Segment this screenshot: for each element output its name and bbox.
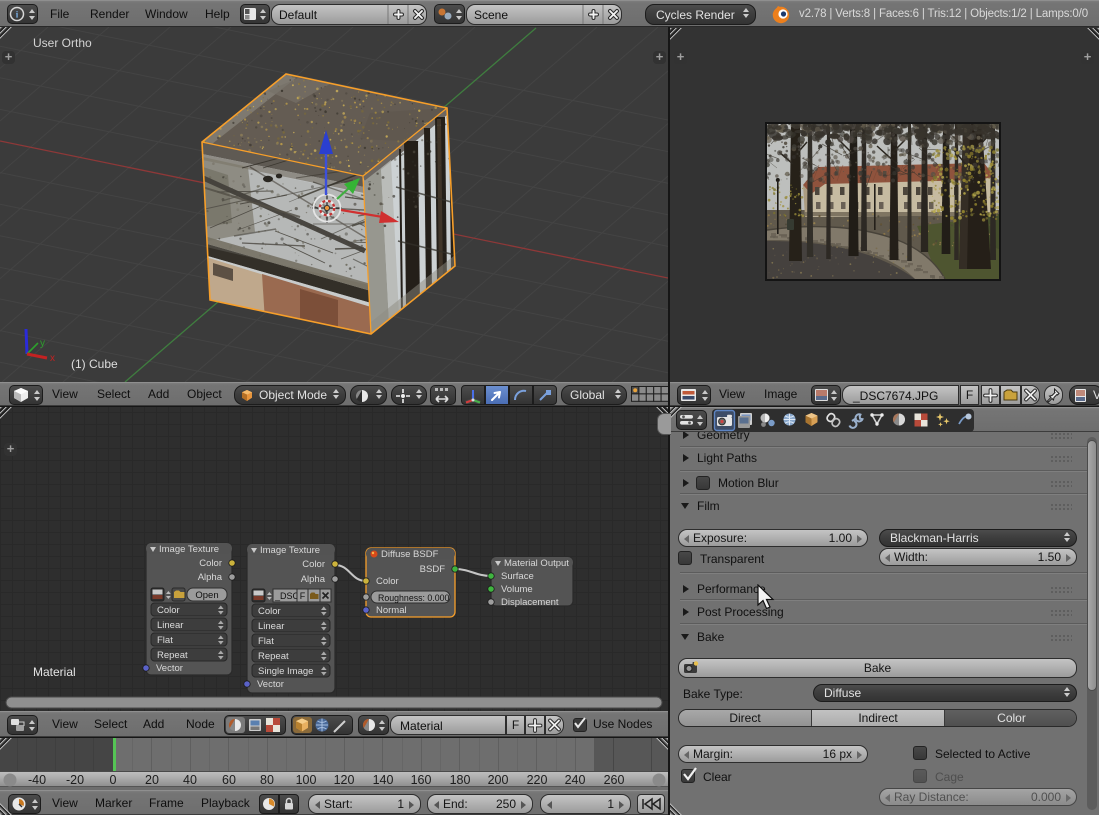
svg-text:BSDF: BSDF (420, 564, 446, 575)
svg-text:Open: Open (195, 590, 218, 601)
svg-text:40: 40 (183, 773, 197, 787)
svg-text:Vector: Vector (257, 679, 284, 690)
svg-text:i: i (16, 10, 19, 20)
svg-text:Roughness: 0.000: Roughness: 0.000 (378, 593, 450, 603)
svg-text:Repeat: Repeat (258, 651, 289, 662)
svg-text:160: 160 (411, 773, 432, 787)
svg-text:20: 20 (145, 773, 159, 787)
svg-text:Surface: Surface (501, 571, 534, 582)
svg-text:Color: Color (376, 576, 399, 587)
svg-text:100: 100 (296, 773, 317, 787)
svg-text:140: 140 (373, 773, 394, 787)
svg-text:260: 260 (604, 773, 625, 787)
svg-text:Linear: Linear (258, 621, 284, 632)
svg-text:Flat: Flat (258, 636, 274, 647)
svg-text:Image Texture: Image Texture (159, 544, 219, 555)
svg-text:Normal: Normal (376, 605, 407, 616)
svg-text:Diffuse BSDF: Diffuse BSDF (381, 549, 439, 560)
svg-text:Flat: Flat (157, 635, 173, 646)
svg-text:Color: Color (199, 558, 222, 569)
svg-text:Displacement: Displacement (501, 597, 559, 608)
svg-text:Linear: Linear (157, 620, 183, 631)
svg-text:200: 200 (488, 773, 509, 787)
svg-text:F: F (300, 591, 306, 601)
svg-text:60: 60 (222, 773, 236, 787)
svg-text:Color: Color (302, 559, 325, 570)
svg-text:Image Texture: Image Texture (260, 545, 320, 556)
svg-text:-40: -40 (28, 773, 46, 787)
svg-text:Repeat: Repeat (157, 650, 188, 661)
svg-text:Material Output: Material Output (504, 558, 569, 569)
svg-text:Vector: Vector (156, 663, 183, 674)
svg-text:240: 240 (565, 773, 586, 787)
svg-text:Single Image: Single Image (258, 666, 313, 677)
svg-text:x: x (50, 353, 55, 364)
svg-text:Color: Color (157, 605, 180, 616)
svg-text:80: 80 (260, 773, 274, 787)
svg-text:_DSC: _DSC (274, 591, 300, 601)
svg-text:0: 0 (110, 773, 117, 787)
svg-text:220: 220 (527, 773, 548, 787)
svg-text:Alpha: Alpha (301, 574, 326, 585)
svg-text:Volume: Volume (501, 584, 533, 595)
svg-text:y: y (40, 338, 45, 349)
svg-text:-20: -20 (66, 773, 84, 787)
svg-text:Alpha: Alpha (198, 572, 223, 583)
svg-text:120: 120 (334, 773, 355, 787)
svg-text:Color: Color (258, 606, 281, 617)
svg-text:180: 180 (450, 773, 471, 787)
